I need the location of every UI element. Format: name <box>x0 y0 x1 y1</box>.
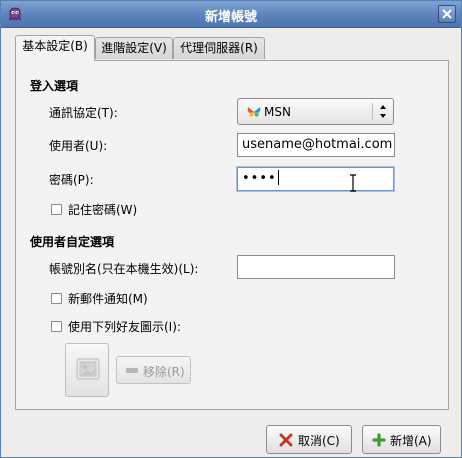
buddy-icon-button[interactable] <box>65 343 109 397</box>
password-label: 密碼(P): <box>49 173 94 187</box>
user-options-title: 使用者自定選項 <box>30 235 115 249</box>
password-value: •••• <box>242 171 277 186</box>
login-options-title: 登入選項 <box>30 79 79 93</box>
plus-icon <box>372 433 386 447</box>
new-mail-checkbox[interactable] <box>51 293 62 304</box>
cancel-label: 取消(C) <box>298 434 340 448</box>
add-label: 新增(A) <box>390 434 432 448</box>
username-label: 使用者(U): <box>49 139 108 153</box>
alias-label: 帳號別名(只在本機生效)(L): <box>49 262 199 276</box>
buddy-icon-checkbox[interactable] <box>51 321 62 332</box>
remove-button[interactable]: 移除(R) <box>116 356 191 384</box>
combo-arrows-icon <box>380 105 386 118</box>
cancel-x-icon <box>279 433 293 447</box>
remove-label: 移除(R) <box>143 365 185 379</box>
username-value: usename@hotmai.com <box>242 137 393 152</box>
cancel-button[interactable]: 取消(C) <box>266 425 352 454</box>
protocol-label: 通訊協定(T): <box>49 106 118 120</box>
new-mail-label[interactable]: 新郵件通知(M) <box>68 290 148 307</box>
new-account-dialog: 新增帳號 基本設定(B) 進階設定(V) 代理伺服器(R) 登入選項 通訊協定(… <box>0 0 462 458</box>
remove-icon <box>126 368 138 373</box>
buddy-icon-label[interactable]: 使用下列好友圖示(I): <box>68 318 181 335</box>
password-field[interactable]: •••• <box>237 167 394 191</box>
remember-password-checkbox[interactable] <box>51 204 62 215</box>
text-caret <box>277 170 279 185</box>
msn-butterfly-icon <box>247 107 261 117</box>
remember-password-label[interactable]: 記住密碼(W) <box>68 201 137 218</box>
alias-field[interactable] <box>237 255 395 279</box>
protocol-combo[interactable]: MSN <box>237 98 394 125</box>
add-button[interactable]: 新增(A) <box>362 425 441 454</box>
protocol-value: MSN <box>264 105 291 119</box>
ibeam-cursor-icon <box>350 174 356 192</box>
username-field[interactable]: usename@hotmai.com <box>237 133 395 157</box>
image-placeholder-icon <box>76 358 100 380</box>
